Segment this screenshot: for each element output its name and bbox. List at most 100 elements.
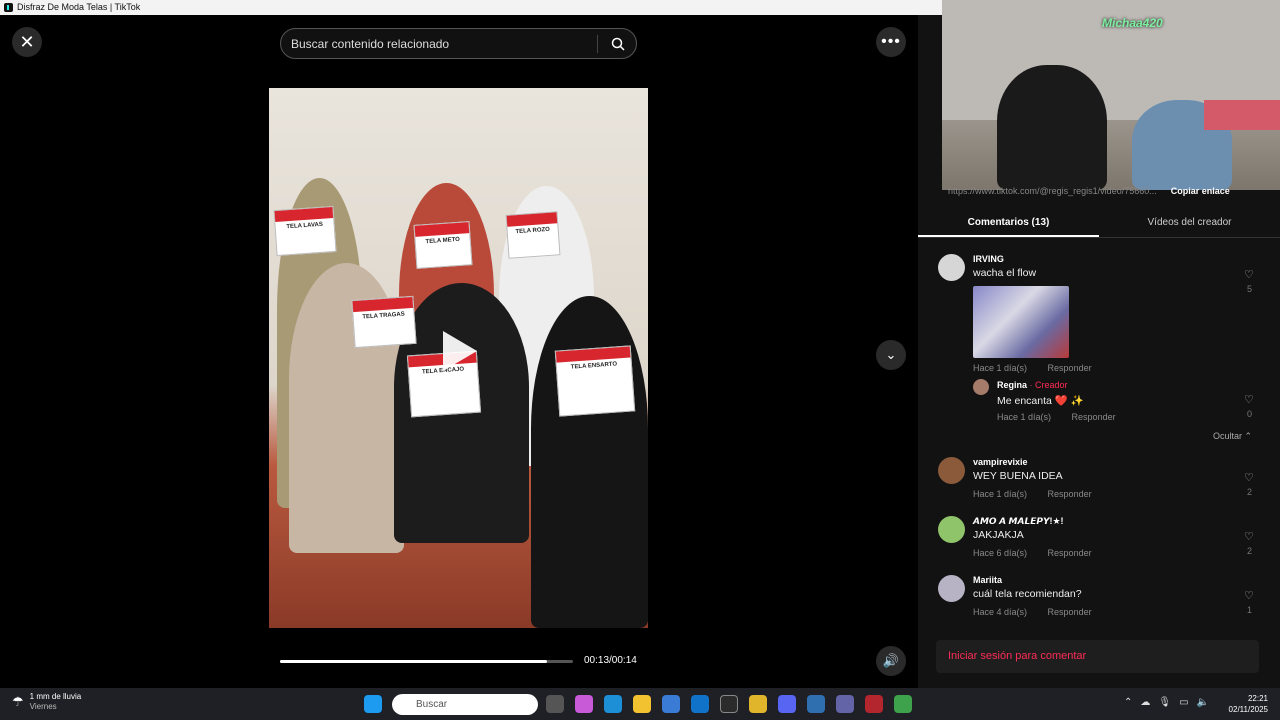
comment-text: JAKJAKJA [973, 529, 1024, 541]
comment-item: 𝘼𝙈𝙊 𝘼 𝙈𝘼𝙇𝙀𝙋𝙔!★! JAKJAKJA Hace 6 día(s) R… [938, 510, 1268, 565]
windows-taskbar: ☂ 1 mm de lluvia Viernes Buscar ⌃ ☁ 🎙 ▭ … [0, 688, 1280, 720]
copy-link-button[interactable]: Copiar enlace [1171, 186, 1230, 200]
volume-button[interactable]: 🔊 [876, 646, 906, 676]
like-count: 5 [1247, 284, 1253, 294]
heart-icon[interactable]: ♡ [1244, 393, 1254, 406]
system-tray: ⌃ ☁ 🎙 ▭ 🔈 [1124, 697, 1209, 708]
hide-label[interactable]: Ocultar [1213, 431, 1242, 441]
video-time: 00:13/00:14 [584, 655, 637, 666]
search-input[interactable]: Buscar contenido relacionado [291, 37, 597, 51]
teams-icon[interactable] [836, 695, 854, 713]
fabric-sign: TELA LAVAS [273, 205, 337, 257]
sign-title: TELA LAVAS [286, 221, 324, 231]
weather-line2: Viernes [29, 702, 57, 711]
taskbar-apps [364, 695, 382, 713]
share-url[interactable]: https://www.tiktok.com/@regis_regis1/vid… [948, 186, 1157, 200]
heart-icon[interactable]: ♡ [1244, 268, 1254, 281]
weather-text: 1 mm de lluvia Viernes [30, 692, 82, 712]
share-link-row: https://www.tiktok.com/@regis_regis1/vid… [942, 186, 1280, 200]
hide-replies-button[interactable]: Ocultar ⌃ [1213, 431, 1252, 442]
chevron-down-icon: ⌄ [885, 347, 897, 362]
reply-link[interactable]: Responder [1048, 489, 1092, 499]
next-video-button[interactable]: ⌄ [876, 340, 906, 370]
store-icon[interactable] [662, 695, 680, 713]
streamer-webcam: Michaa420 [942, 0, 1280, 190]
comment-username[interactable]: 𝘼𝙈𝙊 𝘼 𝙈𝘼𝙇𝙀𝙋𝙔!★! [973, 516, 1064, 527]
comment-username[interactable]: Mariita [973, 575, 1002, 585]
comment-text: cuál tela recomiendan? [973, 588, 1082, 600]
login-to-comment-button[interactable]: Iniciar sesión para comentar [936, 640, 1259, 673]
comment-time: Hace 1 día(s) [997, 412, 1052, 422]
video-progress-bar[interactable] [280, 660, 573, 663]
sign-brand-band [555, 346, 631, 363]
sign-title: TELA ENSARTO [570, 361, 618, 371]
tiktok-favicon-icon [4, 3, 13, 12]
microphone-icon[interactable]: 🎙 [1158, 697, 1171, 708]
comment-time: Hace 4 día(s) [973, 607, 1028, 617]
sign-brand-band [352, 296, 414, 313]
edge-icon[interactable] [604, 695, 622, 713]
weather-widget[interactable]: ☂ 1 mm de lluvia Viernes [12, 692, 81, 712]
chrome-icon[interactable] [749, 695, 767, 713]
close-button[interactable]: ✕ [12, 27, 42, 57]
close-icon: ✕ [19, 31, 35, 52]
related-search-bar[interactable]: Buscar contenido relacionado [280, 28, 637, 59]
start-icon[interactable] [364, 695, 382, 713]
comment-text: Me encanta ❤️ ✨ [997, 395, 1084, 407]
discord-icon[interactable] [778, 695, 796, 713]
taskbar-search[interactable]: Buscar [392, 694, 538, 715]
heart-icon[interactable]: ♡ [1244, 471, 1254, 484]
onedrive-icon[interactable]: ☁ [1140, 697, 1150, 708]
avatar[interactable] [938, 457, 965, 484]
more-options-button[interactable]: ••• [876, 27, 906, 57]
reply-username[interactable]: Regina [997, 380, 1027, 390]
chrome-profile-icon[interactable] [894, 695, 912, 713]
chevron-up-icon[interactable]: ⌃ [1124, 697, 1132, 708]
reply-link[interactable]: Responder [1048, 363, 1092, 373]
app-icon[interactable] [807, 695, 825, 713]
avatar[interactable] [973, 379, 989, 395]
obs-icon[interactable] [720, 695, 738, 713]
system-clock[interactable]: 22:21 02/11/2025 [1224, 693, 1268, 715]
rain-cloud-icon: ☂ [12, 694, 24, 709]
clock-date: 02/11/2025 [1228, 705, 1268, 714]
heart-icon[interactable]: ♡ [1244, 589, 1254, 602]
comment-meta: Hace 4 día(s) Responder [973, 607, 1110, 617]
avatar[interactable] [938, 254, 965, 281]
display-icon[interactable]: ▭ [1179, 697, 1188, 708]
volume-icon[interactable]: 🔈 [1197, 697, 1209, 708]
stream-overlay-name: Michaa420 [1102, 16, 1163, 30]
outlook-icon[interactable] [691, 695, 709, 713]
comment-username[interactable]: vampirevixie [973, 457, 1028, 467]
tab-creator-videos[interactable]: Vídeos del creador [1099, 208, 1280, 237]
avatar[interactable] [938, 516, 965, 543]
task-view-icon[interactable] [546, 695, 564, 713]
voicemeeter-icon[interactable] [865, 695, 883, 713]
taskbar-search-label[interactable]: Buscar [416, 699, 447, 710]
comment-time: Hace 1 día(s) [973, 489, 1028, 499]
comment-username[interactable]: IRVING [973, 254, 1004, 264]
sign-title: TELA TRAGAS [362, 311, 405, 321]
comments-tabs: Comentarios (13) Vídeos del creador [918, 208, 1280, 238]
comment-item: Mariita cuál tela recomiendan? Hace 4 dí… [938, 569, 1268, 624]
webcam-cushion [1204, 100, 1280, 130]
play-icon[interactable] [443, 331, 477, 371]
comment-meta: Hace 1 día(s) Responder [973, 363, 1110, 373]
reply-link[interactable]: Responder [1048, 548, 1092, 558]
avatar[interactable] [938, 575, 965, 602]
copilot-icon[interactable] [575, 695, 593, 713]
comment-meta: Hace 1 día(s) Responder [997, 412, 1134, 422]
search-icon[interactable] [606, 32, 630, 56]
sign-brand-band [414, 222, 470, 237]
heart-icon[interactable]: ♡ [1244, 530, 1254, 543]
sign-title: TELA ROZO [515, 226, 551, 236]
comment-image[interactable] [973, 286, 1069, 358]
comment-username[interactable]: Regina · Creador [997, 380, 1068, 390]
reply-link[interactable]: Responder [1072, 412, 1116, 422]
comment-time: Hace 1 día(s) [973, 363, 1028, 373]
tab-comments[interactable]: Comentarios (13) [918, 208, 1099, 237]
browser-title-bar: Disfraz De Moda Telas | TikTok [0, 0, 942, 15]
file-explorer-icon[interactable] [633, 695, 651, 713]
reply-link[interactable]: Responder [1048, 607, 1092, 617]
like-count: 2 [1247, 546, 1253, 556]
